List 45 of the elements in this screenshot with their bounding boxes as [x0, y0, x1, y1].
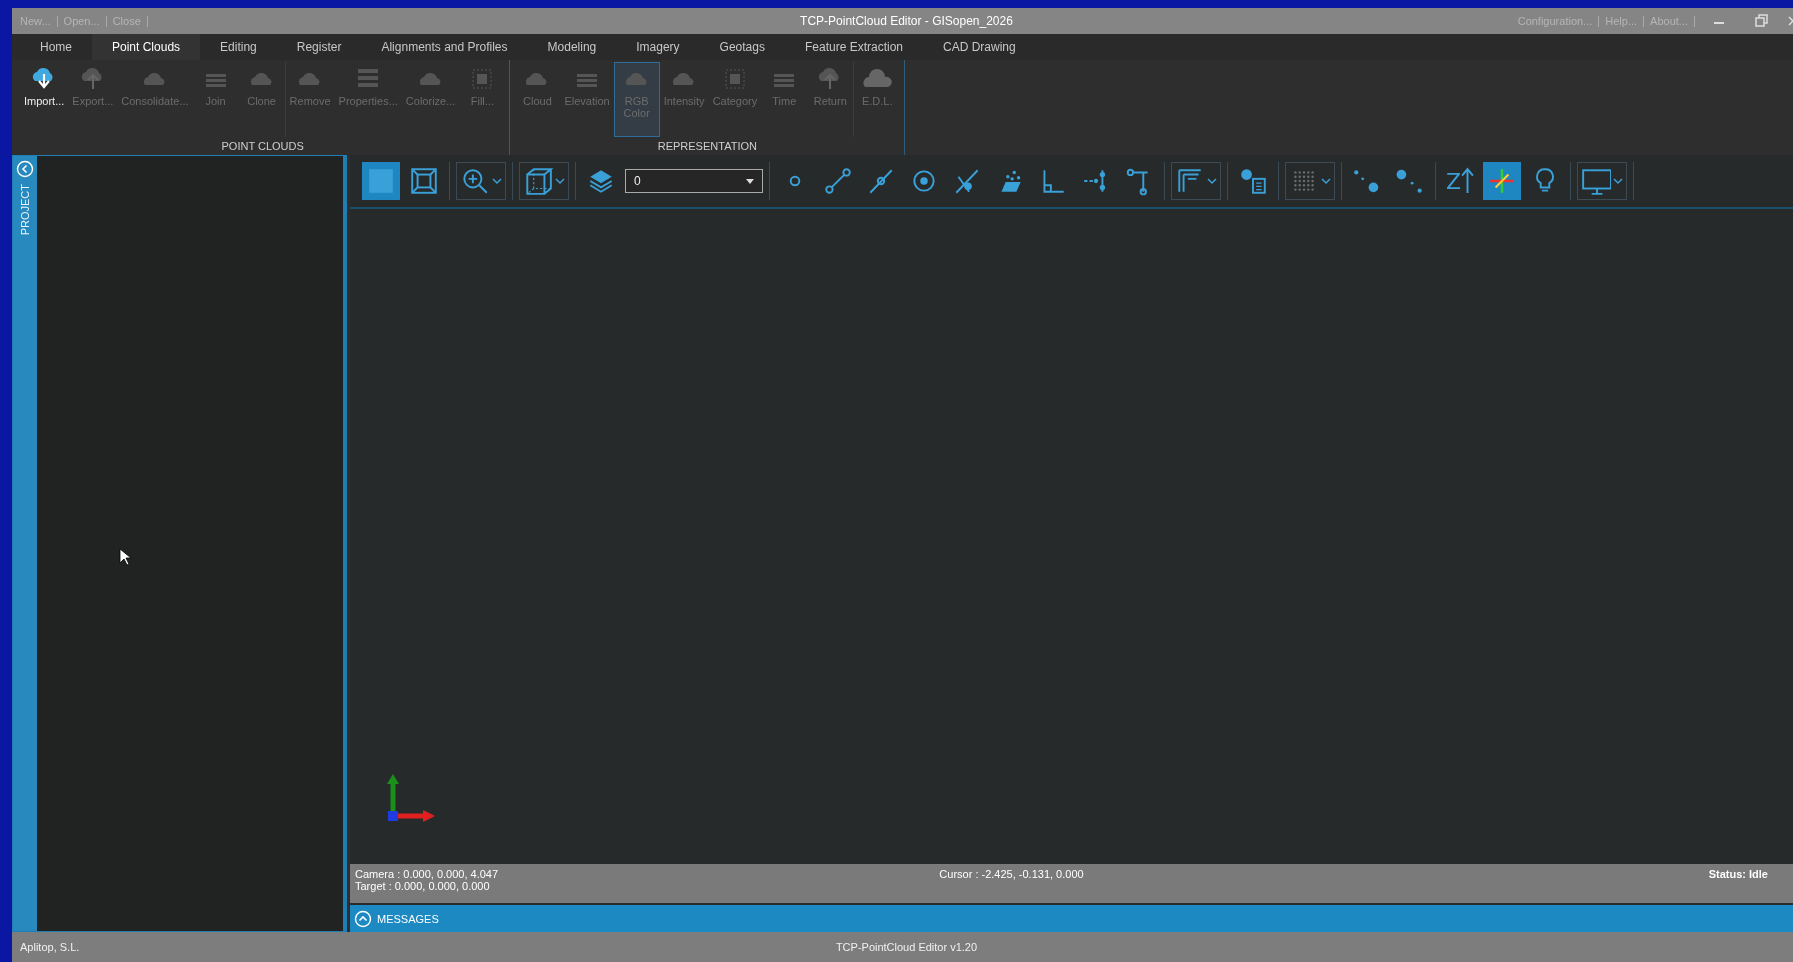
company-name: Aplitop, S.L.	[20, 941, 81, 953]
ribbon-tab[interactable]: Modeling	[527, 34, 617, 60]
arrow-up-icon	[1461, 166, 1475, 196]
ribbon-tab[interactable]: Editing	[200, 34, 277, 60]
status-text: Status: Idle	[1708, 868, 1769, 882]
group-title: POINT CLOUDS	[220, 139, 305, 154]
cube-icon	[523, 166, 553, 196]
ribbon-tab[interactable]: CAD Drawing	[923, 34, 1036, 60]
messages-label: MESSAGES	[377, 912, 439, 925]
tool-button[interactable]	[456, 162, 506, 200]
ribbon-tab[interactable]: Alignments and Profiles	[361, 34, 528, 60]
ribbon-tab[interactable]: Home	[20, 34, 92, 60]
ribbon-button[interactable]: Import...	[20, 62, 69, 137]
camera-coordinates: Camera : 0.000, 0.000, 4.047	[355, 868, 500, 880]
line-icon	[823, 166, 853, 196]
square-icon	[366, 166, 396, 196]
app-version: TCP-PointCloud Editor v1.20	[835, 941, 978, 953]
ribbon-tab[interactable]: Point Clouds	[92, 34, 201, 60]
messages-bar[interactable]: MESSAGES	[350, 905, 1793, 932]
collapse-icon[interactable]	[16, 160, 34, 178]
group-title: REPRESENTATION	[656, 139, 758, 154]
ribbon-tab[interactable]: Register	[276, 34, 362, 60]
project-side-tab[interactable]: PROJECT	[13, 156, 37, 931]
target-coordinates: Target : 0.000, 0.000, 0.000	[355, 880, 491, 892]
cursor-coordinates: Cursor : -2.425, -0.131, 0.000	[939, 868, 1085, 882]
layer-dropdown[interactable]: 0	[625, 169, 763, 193]
point-list-icon	[1238, 166, 1268, 196]
zoom-in-icon	[460, 166, 490, 196]
mouse-pointer-icon	[119, 548, 131, 566]
tool-button[interactable]	[1483, 162, 1522, 200]
ribbon-tab[interactable]: Imagery	[616, 34, 700, 60]
dropdown-arrow-icon	[746, 178, 754, 184]
tool-button[interactable]	[1577, 162, 1628, 200]
close-icon[interactable]	[1787, 14, 1793, 28]
panel-title: PROJECT	[19, 184, 31, 236]
tool-button[interactable]	[519, 162, 569, 200]
tool-button[interactable]: Z	[1442, 162, 1479, 200]
monitor-icon	[1581, 166, 1612, 196]
ribbon-tab[interactable]: Geotags	[699, 34, 785, 60]
ribbon-tab[interactable]: Feature Extraction	[784, 34, 923, 60]
restore-icon[interactable]	[1755, 14, 1769, 28]
frame-icon	[409, 166, 439, 196]
tool-button[interactable]	[1171, 162, 1221, 200]
expand-icon	[354, 909, 372, 928]
window-title: TCP-PointCloud Editor - GISopen_2026	[800, 14, 1013, 28]
